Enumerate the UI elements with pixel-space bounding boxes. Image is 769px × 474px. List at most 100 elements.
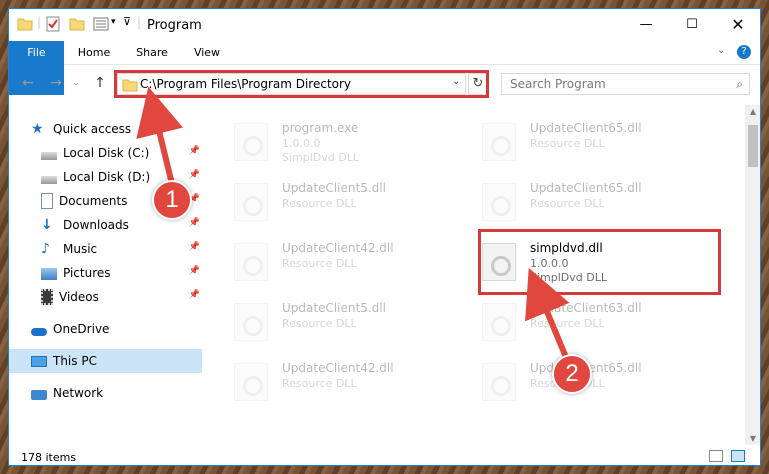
- dll-file-icon: [234, 303, 268, 341]
- list-item[interactable]: UpdateClient42.dll Resource DLL: [224, 235, 454, 289]
- tab-share[interactable]: Share: [129, 41, 175, 65]
- search-box[interactable]: Search Program ⌕: [501, 73, 750, 95]
- star-icon: ★: [31, 121, 44, 137]
- scroll-up-icon[interactable]: ▲: [745, 107, 760, 116]
- sidebar-item-music[interactable]: ♪ Music 📌: [41, 237, 202, 261]
- music-icon: ♪: [41, 241, 50, 257]
- sidebar-item-label: Quick access: [53, 122, 132, 136]
- list-item[interactable]: UpdateClient65.dll Resource DLL: [472, 175, 702, 229]
- dll-file-icon: [482, 183, 516, 221]
- exe-file-icon: [234, 123, 268, 161]
- expand-ribbon-icon[interactable]: ⌄: [717, 45, 725, 56]
- properties-icon[interactable]: [45, 16, 61, 32]
- file-description: Resource DLL: [282, 257, 357, 270]
- sidebar-item-pictures[interactable]: Pictures 📌: [41, 261, 202, 285]
- pin-icon[interactable]: 📌: [189, 290, 200, 300]
- navigation-pane: ★ Quick access Local Disk (C:) 📌 Local D…: [9, 105, 209, 445]
- file-description: Resource DLL: [530, 197, 605, 210]
- search-input[interactable]: Search Program: [510, 77, 606, 91]
- sidebar-item-label: OneDrive: [53, 322, 110, 336]
- file-description: Resource DLL: [282, 377, 357, 390]
- file-description: Resource DLL: [530, 317, 605, 330]
- list-item[interactable]: UpdateClient5.dll Resource DLL: [224, 175, 454, 229]
- sidebar-item-label: Network: [53, 386, 104, 400]
- file-name: UpdateClient65.dll: [530, 181, 642, 195]
- sidebar-item-local-disk-c[interactable]: Local Disk (C:) 📌: [41, 141, 202, 165]
- list-item[interactable]: UpdateClient42.dll Resource DLL: [224, 355, 454, 409]
- sidebar-item-label: Local Disk (C:): [63, 146, 150, 160]
- sidebar-item-label: Downloads: [63, 218, 129, 232]
- file-highlight-box: [478, 229, 721, 295]
- sidebar-item-onedrive[interactable]: OneDrive: [31, 317, 224, 341]
- scrollbar-thumb[interactable]: [748, 125, 758, 167]
- file-name: UpdateClient63.dll: [530, 301, 642, 315]
- minimize-button[interactable]: —: [623, 9, 669, 39]
- large-icons-view-icon[interactable]: [731, 450, 745, 462]
- search-icon[interactable]: ⌕: [736, 77, 743, 92]
- maximize-button[interactable]: ☐: [669, 9, 715, 39]
- cloud-icon: [31, 328, 47, 336]
- sidebar-item-network[interactable]: Network: [31, 381, 224, 405]
- sidebar-item-label: This PC: [53, 354, 97, 368]
- file-name: UpdateClient42.dll: [282, 241, 394, 255]
- tab-view[interactable]: View: [187, 41, 227, 65]
- list-item[interactable]: UpdateClient63.dll Resource DLL: [472, 295, 702, 349]
- video-icon: [41, 289, 53, 305]
- recent-locations-button[interactable]: ⌄: [67, 73, 85, 93]
- item-count: 178 items: [21, 451, 77, 464]
- drive-icon: [41, 152, 57, 160]
- step-2-badge: 2: [552, 354, 592, 394]
- close-button[interactable]: ✕: [715, 9, 760, 39]
- address-highlight-box: [114, 70, 489, 98]
- file-description: Resource DLL: [282, 317, 357, 330]
- network-icon: [31, 389, 47, 400]
- file-name: UpdateClient42.dll: [282, 361, 394, 375]
- explorer-window: | ▾ ⊽ | Program — ☐ ✕ File Home Share Vi…: [8, 8, 761, 466]
- pin-icon[interactable]: 📌: [189, 242, 200, 252]
- ribbon-tabs: File Home Share View ⌄ ?: [9, 41, 760, 95]
- pin-icon[interactable]: 📌: [189, 146, 200, 156]
- sidebar-item-this-pc[interactable]: This PC: [9, 349, 202, 373]
- file-version: 1.0.0.0: [282, 137, 321, 150]
- details-view-icon[interactable]: [709, 450, 723, 462]
- vertical-scrollbar[interactable]: ▲ ▼: [745, 105, 760, 445]
- forward-button[interactable]: →: [47, 73, 65, 93]
- tab-home[interactable]: Home: [71, 41, 117, 65]
- sidebar-item-quick-access[interactable]: ★ Quick access: [31, 117, 224, 141]
- view-icon[interactable]: [93, 16, 109, 32]
- chevron-down-icon[interactable]: ▾: [111, 17, 116, 33]
- separator: |: [137, 15, 142, 29]
- separator: |: [37, 15, 42, 29]
- help-icon[interactable]: ?: [737, 45, 751, 59]
- up-button[interactable]: ↑: [91, 73, 109, 93]
- sidebar-item-label: Pictures: [63, 266, 111, 280]
- document-icon: [41, 193, 53, 209]
- dll-file-icon: [482, 303, 516, 341]
- pictures-icon: [41, 268, 57, 280]
- download-icon: ↓: [41, 217, 53, 233]
- window-title: Program: [147, 18, 202, 33]
- file-name: UpdateClient5.dll: [282, 301, 386, 315]
- customize-toolbar-icon[interactable]: ⊽: [123, 15, 131, 31]
- scroll-down-icon[interactable]: ▼: [745, 434, 760, 443]
- sidebar-item-label: Music: [63, 242, 98, 256]
- file-description: SimplDvd DLL: [282, 151, 359, 164]
- file-description: Resource DLL: [530, 137, 605, 150]
- dll-file-icon: [234, 243, 268, 281]
- pin-icon[interactable]: 📌: [189, 266, 200, 276]
- sidebar-item-videos[interactable]: Videos 📌: [41, 285, 202, 309]
- dll-file-icon: [482, 363, 516, 401]
- list-item[interactable]: UpdateClient65.dll Resource DLL: [472, 115, 702, 169]
- pin-icon[interactable]: 📌: [189, 218, 200, 228]
- list-item[interactable]: program.exe 1.0.0.0 SimplDvd DLL: [224, 115, 454, 169]
- pin-icon[interactable]: 📌: [189, 170, 200, 180]
- file-name: program.exe: [282, 121, 359, 135]
- sidebar-item-label: Local Disk (D:): [63, 170, 151, 184]
- drive-icon: [41, 176, 57, 184]
- sidebar-item-label: Documents: [59, 194, 128, 208]
- file-name: UpdateClient5.dll: [282, 181, 386, 195]
- list-item[interactable]: UpdateClient5.dll Resource DLL: [224, 295, 454, 349]
- dll-file-icon: [234, 363, 268, 401]
- new-folder-icon[interactable]: [69, 16, 85, 32]
- back-button[interactable]: ←: [19, 73, 37, 93]
